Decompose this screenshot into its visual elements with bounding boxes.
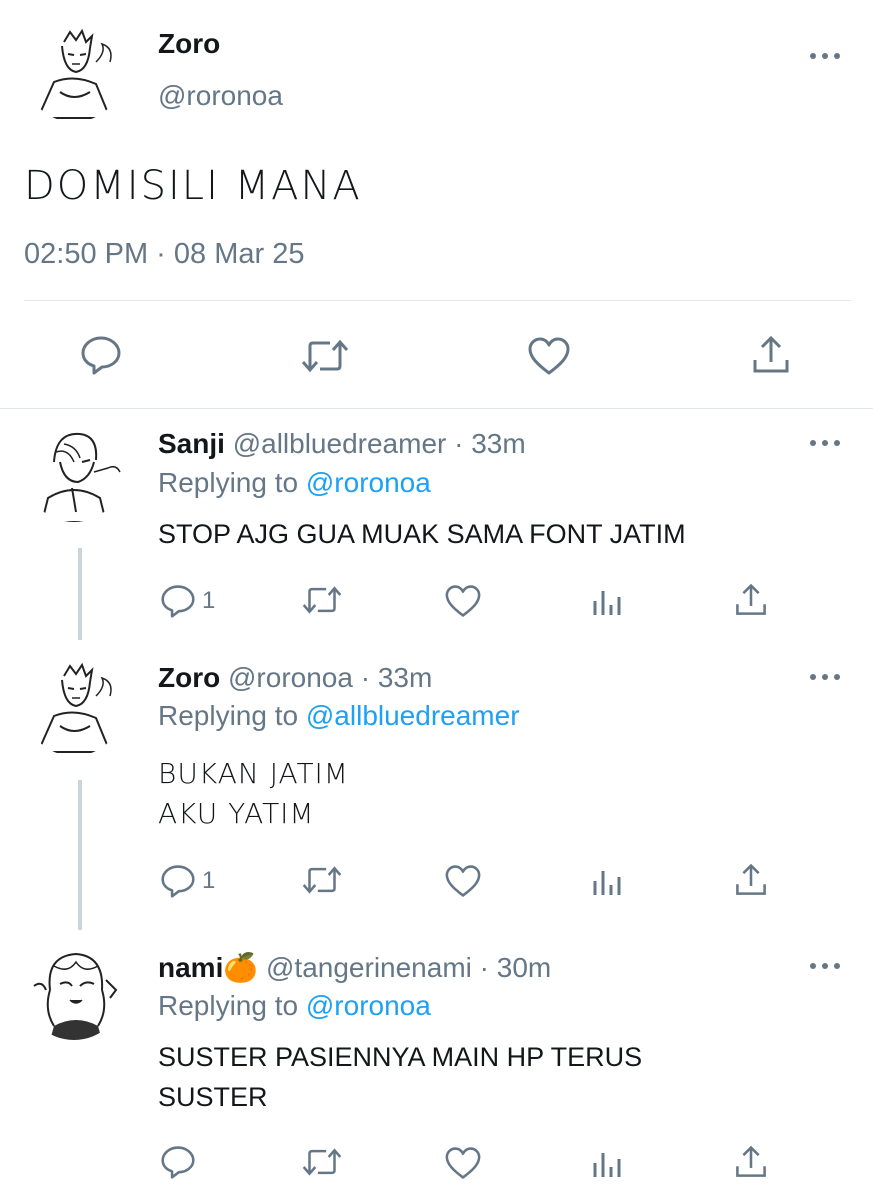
reply-icon <box>81 336 121 375</box>
zoro-avatar-icon <box>24 22 124 122</box>
retweet-icon <box>302 586 342 614</box>
main-timestamp: 02:50 PM · 08 Mar 25 <box>24 238 305 270</box>
main-like-button[interactable] <box>527 336 571 376</box>
main-author-name[interactable]: Zoro <box>158 28 220 60</box>
reply-author-name[interactable]: Sanji <box>158 428 225 459</box>
main-retweet-button[interactable] <box>300 338 350 374</box>
reply-more-icon[interactable] <box>810 437 840 449</box>
reply-text: SUSTER PASIENNYA MAIN HP TERUS SUSTER <box>158 1037 642 1117</box>
reply-header: Zoro @roronoa · 33m <box>158 662 432 694</box>
like-icon <box>445 865 481 897</box>
reply-reply-button[interactable]: 1 <box>160 584 215 618</box>
replying-mention[interactable]: @roronoa <box>306 467 431 498</box>
like-icon <box>528 337 570 375</box>
thread-line-1 <box>78 548 82 640</box>
replying-prefix: Replying to <box>158 990 306 1021</box>
replying-mention[interactable]: @allbluedreamer <box>306 700 520 731</box>
replying-to: Replying to @allbluedreamer <box>158 700 520 732</box>
like-icon <box>445 585 481 617</box>
main-divider <box>24 300 851 301</box>
reply-more-icon[interactable] <box>810 960 840 972</box>
reply-reply-button[interactable] <box>160 1145 202 1179</box>
reply-like-button[interactable] <box>444 1146 482 1180</box>
reply-retweet-button[interactable] <box>301 865 343 895</box>
share-icon <box>736 1145 766 1177</box>
reply-text: STOP AJG GUA MUAK SAMA FONT JATIM <box>158 514 686 554</box>
reply-header: Sanji @allbluedreamer · 33m <box>158 428 526 460</box>
replying-to: Replying to @roronoa <box>158 990 431 1022</box>
reply-text-line: SUSTER <box>158 1082 268 1112</box>
share-icon <box>753 335 789 373</box>
avatar-zoro-reply[interactable] <box>24 656 124 756</box>
like-icon <box>445 1147 481 1179</box>
reply-author-handle[interactable]: @roronoa <box>228 662 353 693</box>
main-author-handle[interactable]: @roronoa <box>158 80 283 112</box>
main-more-icon[interactable] <box>810 50 840 62</box>
reply-time: · 30m <box>479 952 552 983</box>
retweet-icon <box>302 1148 342 1176</box>
avatar-zoro-main[interactable] <box>24 22 124 122</box>
main-bottom-divider <box>0 408 873 409</box>
replying-to: Replying to @roronoa <box>158 467 431 499</box>
reply-time: · 33m <box>360 662 433 693</box>
reply-time: · 33m <box>454 428 526 459</box>
reply-like-button[interactable] <box>444 584 482 618</box>
reply-count: 1 <box>202 587 216 614</box>
reply-analytics-button[interactable] <box>592 585 622 617</box>
analytics-icon <box>593 1153 621 1177</box>
reply-text-line: BUKAN JATIM <box>158 757 349 790</box>
reply-icon <box>161 865 195 898</box>
replying-mention[interactable]: @roronoa <box>306 990 431 1021</box>
reply-share-button[interactable] <box>734 1144 768 1180</box>
analytics-icon <box>593 591 621 615</box>
reply-count: 1 <box>202 867 216 894</box>
share-icon <box>736 583 766 615</box>
reply-retweet-button[interactable] <box>301 1147 343 1177</box>
reply-author-handle[interactable]: @tangerinenami <box>266 952 472 983</box>
reply-icon <box>161 1146 195 1179</box>
reply-icon <box>161 585 195 618</box>
reply-analytics-button[interactable] <box>592 1147 622 1179</box>
reply-share-button[interactable] <box>734 862 768 898</box>
nami-avatar-icon <box>24 940 124 1040</box>
reply-share-button[interactable] <box>734 582 768 618</box>
share-icon <box>736 863 766 895</box>
reply-text: BUKAN JATIM AKU YATIM <box>158 754 349 834</box>
reply-author-handle[interactable]: @allbluedreamer <box>233 428 447 459</box>
reply-text-line: SUSTER PASIENNYA MAIN HP TERUS <box>158 1042 643 1072</box>
sanji-avatar-icon <box>24 422 124 522</box>
thread-line-2 <box>78 780 82 930</box>
reply-analytics-button[interactable] <box>592 865 622 897</box>
main-share-button[interactable] <box>751 334 791 376</box>
reply-author-name[interactable]: Zoro <box>158 662 220 693</box>
avatar-nami[interactable] <box>24 940 124 1040</box>
reply-reply-button[interactable]: 1 <box>160 864 215 898</box>
main-tweet-text: DOMISILI MANA <box>24 163 362 209</box>
retweet-icon <box>302 866 342 894</box>
main-reply-button[interactable] <box>80 335 122 375</box>
reply-retweet-button[interactable] <box>301 585 343 615</box>
reply-more-icon[interactable] <box>810 671 840 683</box>
reply-author-name[interactable]: nami🍊 <box>158 952 258 983</box>
reply-header: nami🍊 @tangerinenami · 30m <box>158 951 551 984</box>
reply-text-line: STOP AJG GUA MUAK SAMA FONT JATIM <box>158 519 686 549</box>
replying-prefix: Replying to <box>158 700 306 731</box>
zoro-avatar-icon <box>24 656 124 756</box>
analytics-icon <box>593 871 621 895</box>
retweet-icon <box>301 339 349 373</box>
reply-like-button[interactable] <box>444 864 482 898</box>
reply-text-line: AKU YATIM <box>158 797 315 830</box>
replying-prefix: Replying to <box>158 467 306 498</box>
avatar-sanji[interactable] <box>24 422 124 522</box>
